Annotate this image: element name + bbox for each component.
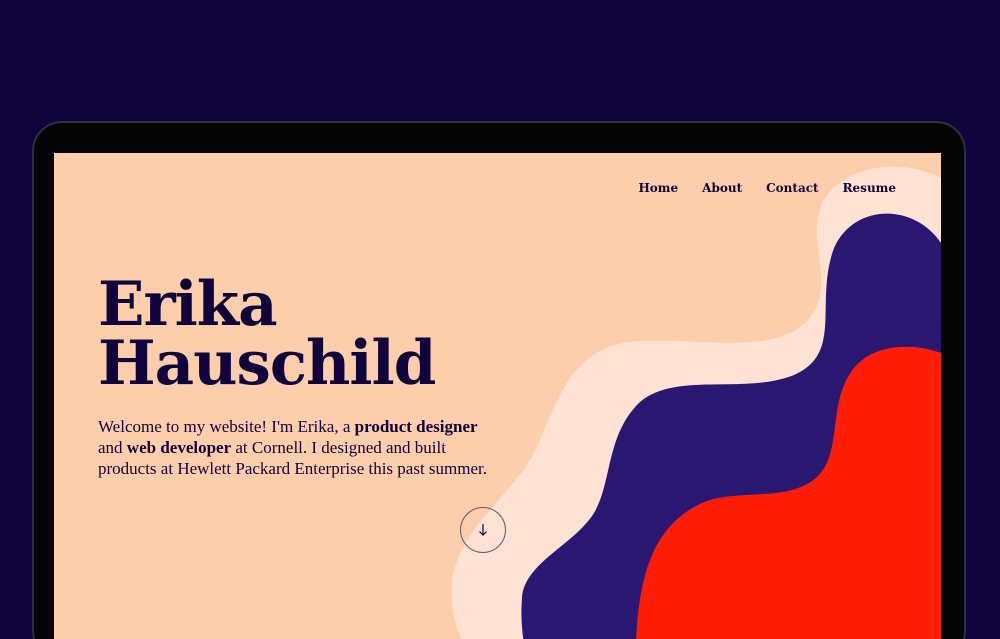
intro-text-1: Welcome to my website! I'm Erika, a bbox=[98, 417, 355, 436]
hero-name-first: Erika bbox=[98, 269, 278, 340]
website-screen: Home About Contact Resume Erika Hauschil… bbox=[54, 153, 941, 639]
intro-role-product-designer: product designer bbox=[354, 417, 478, 436]
arrow-down-icon bbox=[479, 524, 487, 536]
hero-name: Erika Hauschild bbox=[98, 269, 436, 399]
intro-paragraph: Welcome to my website! I'm Erika, a prod… bbox=[98, 416, 498, 479]
intro-role-web-developer: web developer bbox=[126, 438, 232, 457]
nav-resume-link[interactable]: Resume bbox=[843, 181, 896, 195]
scroll-down-button[interactable] bbox=[460, 507, 506, 553]
nav-about-link[interactable]: About bbox=[702, 181, 742, 195]
nav-contact-link[interactable]: Contact bbox=[766, 181, 818, 195]
hero-name-last: Hauschild bbox=[98, 328, 436, 399]
nav-home-link[interactable]: Home bbox=[638, 181, 678, 195]
presentation-background: Home About Contact Resume Erika Hauschil… bbox=[0, 0, 1000, 639]
intro-text-2: and bbox=[98, 438, 127, 457]
main-nav: Home About Contact Resume bbox=[638, 181, 896, 195]
